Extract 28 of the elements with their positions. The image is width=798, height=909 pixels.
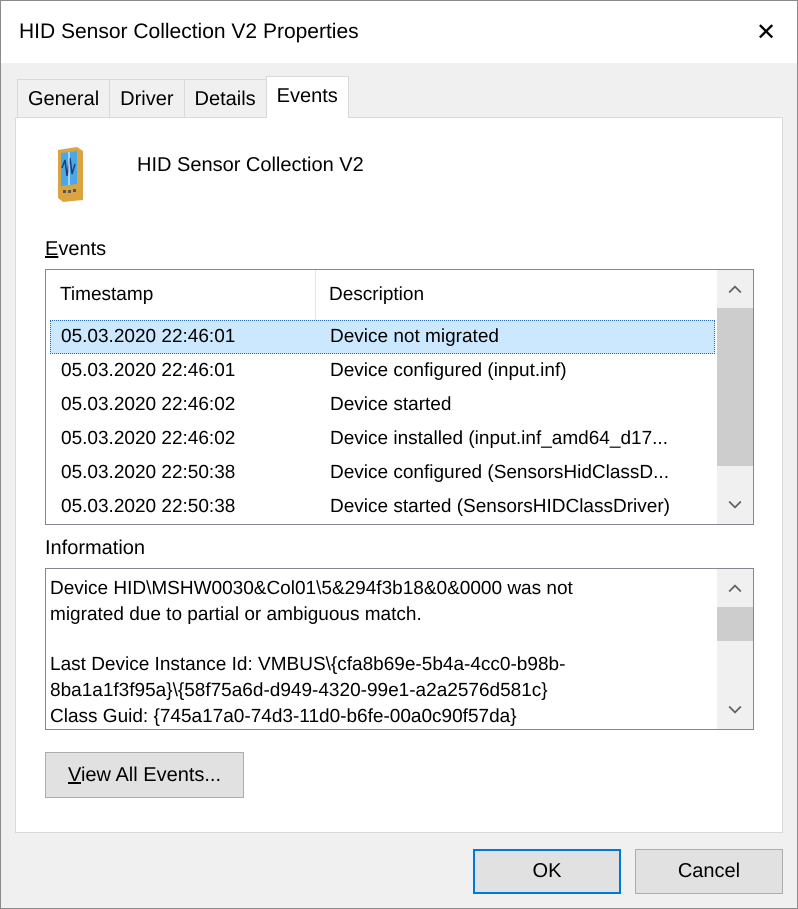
sensor-device-icon — [55, 146, 85, 202]
column-header[interactable]: Description — [316, 270, 424, 320]
event-row[interactable]: 05.03.2020 22:50:38 Device started (SensorsHIDClassDriver) — [50, 490, 715, 524]
scrollbar[interactable] — [717, 270, 753, 524]
events-label: Events — [45, 238, 108, 261]
scroll-down-icon[interactable] — [728, 500, 742, 510]
scrollbar-thumb[interactable] — [717, 308, 753, 466]
dialog-button[interactable]: OK — [473, 849, 621, 894]
scroll-down-icon[interactable] — [728, 705, 742, 715]
scroll-up-icon[interactable] — [728, 284, 742, 294]
event-row[interactable]: 05.03.2020 22:46:01 Device configured (input.inf) — [50, 354, 715, 388]
scroll-up-icon[interactable] — [728, 583, 742, 593]
information-label: Information — [45, 537, 146, 560]
event-row[interactable]: 05.03.2020 22:46:02 Device installed (input.inf_amd64_d17... — [50, 422, 715, 456]
event-row[interactable]: 05.03.2020 22:50:38 Device configured (SensorsHidClassD... — [50, 456, 715, 490]
close-button[interactable]: ✕ — [735, 1, 797, 63]
information-text: Device HID\MSHW0030&Col01\5&294f3b18&0&0000 was not migrated due to partial or ambiguous match. — [50, 577, 574, 627]
device-name: HID Sensor Collection V2 — [137, 154, 364, 177]
scrollbar[interactable] — [717, 569, 753, 729]
window-title: HID Sensor Collection V2 Properties — [19, 20, 359, 44]
event-row[interactable]: 05.03.2020 22:46:01 Device not migrated — [50, 320, 715, 354]
information-text: Last Device Instance Id: VMBUS\{cfa8b69e-5b4a-4cc0-b98b-8ba1a1f3f95a}\{58f75a6d-d949-4320-99e1-a2a2576d581c} Class Guid: {745a17a0-74d3-11d0-b6fe-00a0c90f57da} — [50, 653, 566, 729]
view-all-events-button[interactable]: View All Events... — [45, 752, 244, 798]
tab[interactable]: General — [17, 79, 110, 117]
scrollbar-thumb[interactable] — [717, 607, 753, 641]
tab[interactable]: Events — [266, 76, 349, 118]
dialog-button[interactable]: Cancel — [635, 849, 783, 894]
event-row[interactable]: 05.03.2020 22:46:02 Device started — [50, 388, 715, 422]
